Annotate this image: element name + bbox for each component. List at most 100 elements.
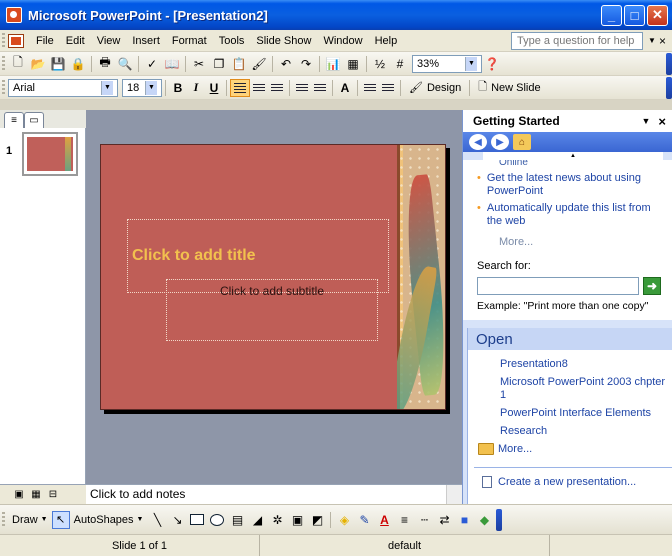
permission-icon[interactable]: 🔒 bbox=[69, 55, 87, 73]
paste-icon[interactable]: 📋 bbox=[230, 55, 248, 73]
underline-button[interactable]: U bbox=[205, 81, 223, 95]
new-slide-button[interactable]: 🗋 New Slide bbox=[473, 78, 545, 97]
search-input[interactable] bbox=[477, 277, 639, 295]
search-go-button[interactable]: ➜ bbox=[643, 277, 661, 295]
align-left-button[interactable] bbox=[230, 78, 250, 97]
font-color-icon[interactable]: A bbox=[375, 511, 393, 529]
menu-view[interactable]: View bbox=[91, 35, 127, 47]
print-preview-icon[interactable]: 🔍 bbox=[116, 55, 134, 73]
ask-question-input[interactable]: Type a question for help bbox=[511, 31, 643, 50]
picture-icon[interactable]: ◩ bbox=[308, 511, 326, 529]
more-link[interactable]: More... bbox=[499, 236, 661, 248]
minimize-button[interactable]: _ bbox=[601, 4, 622, 26]
wordart-icon[interactable]: ◢ bbox=[248, 511, 266, 529]
document-close-button[interactable]: × bbox=[659, 34, 669, 48]
decrease-indent-icon[interactable] bbox=[361, 81, 379, 95]
arrow-style-icon[interactable]: ⇄ bbox=[435, 511, 453, 529]
open-icon[interactable]: 📂 bbox=[29, 55, 47, 73]
maximize-button[interactable]: □ bbox=[624, 4, 645, 26]
line-style-icon[interactable]: ≡ bbox=[395, 511, 413, 529]
forward-icon[interactable]: ▶ bbox=[491, 134, 509, 150]
zoom-select[interactable]: 33% ▼ bbox=[412, 54, 482, 73]
notes-scrollbar[interactable] bbox=[446, 485, 462, 504]
insert-table-icon[interactable]: ▦ bbox=[344, 55, 362, 73]
slides-tab[interactable]: ▭ bbox=[24, 112, 44, 128]
copy-icon[interactable]: ❐ bbox=[210, 55, 228, 73]
toolbar-grip[interactable] bbox=[2, 511, 5, 528]
undo-icon[interactable]: ↶ bbox=[277, 55, 295, 73]
show-grid-icon[interactable]: # bbox=[391, 55, 409, 73]
slide-thumbnail[interactable] bbox=[22, 132, 78, 176]
clipped-link[interactable]: Online bbox=[477, 160, 661, 168]
chevron-down-icon[interactable]: ▼ bbox=[641, 116, 650, 126]
expand-all-icon[interactable]: ½ bbox=[371, 55, 389, 73]
print-icon[interactable]: 🖶 bbox=[96, 55, 114, 73]
menu-edit[interactable]: Edit bbox=[60, 35, 91, 47]
chevron-down-icon[interactable]: ▼ bbox=[145, 80, 157, 95]
font-size-select[interactable]: 18 ▼ bbox=[122, 78, 162, 97]
text-box-icon[interactable]: ▤ bbox=[228, 511, 246, 529]
slide-canvas[interactable]: Click to add title Click to add subtitle bbox=[100, 144, 446, 410]
arrow-icon[interactable]: ↘ bbox=[168, 511, 186, 529]
oval-icon[interactable] bbox=[208, 511, 226, 529]
format-painter-icon[interactable]: 🖌 bbox=[250, 55, 268, 73]
new-icon[interactable]: 🗋 bbox=[9, 55, 27, 73]
toolbar-grip[interactable] bbox=[2, 79, 5, 96]
toolbar-options-icon[interactable] bbox=[666, 76, 672, 99]
back-icon[interactable]: ◀ bbox=[469, 134, 487, 150]
scroll-up-icon[interactable]: ▲ bbox=[483, 152, 663, 160]
rectangle-icon[interactable] bbox=[188, 511, 206, 529]
line-color-icon[interactable]: ✎ bbox=[355, 511, 373, 529]
slide-sorter-icon[interactable]: ▦ bbox=[29, 488, 43, 502]
menu-tools[interactable]: Tools bbox=[213, 35, 251, 47]
increase-font-size-button[interactable]: A bbox=[336, 81, 354, 95]
menu-help[interactable]: Help bbox=[369, 35, 404, 47]
chevron-down-icon[interactable]: ▼ bbox=[465, 56, 477, 71]
outline-tab[interactable]: ≡ bbox=[4, 112, 24, 128]
close-icon[interactable]: × bbox=[658, 114, 666, 129]
bold-button[interactable]: B bbox=[169, 81, 187, 95]
line-icon[interactable]: ╲ bbox=[148, 511, 166, 529]
menu-file[interactable]: File bbox=[30, 35, 60, 47]
redo-icon[interactable]: ↷ bbox=[297, 55, 315, 73]
toolbar-grip[interactable] bbox=[2, 55, 5, 72]
recent-file-link[interactable]: Presentation8 bbox=[500, 358, 672, 371]
create-presentation-link[interactable]: Create a new presentation... bbox=[468, 468, 672, 488]
update-link[interactable]: Automatically update this list from the … bbox=[487, 202, 661, 228]
menu-window[interactable]: Window bbox=[317, 35, 368, 47]
powerpoint-app-icon[interactable] bbox=[6, 7, 22, 23]
document-icon[interactable] bbox=[8, 33, 24, 48]
recent-file-link[interactable]: Microsoft PowerPoint 2003 chpter 1 bbox=[500, 376, 672, 402]
normal-view-icon[interactable]: ▣ bbox=[12, 488, 26, 502]
news-link[interactable]: Get the latest news about using PowerPoi… bbox=[487, 172, 661, 198]
home-icon[interactable]: ⌂ bbox=[513, 134, 531, 150]
autoshapes-button[interactable]: AutoShapes ▼ bbox=[70, 514, 148, 526]
dash-style-icon[interactable]: ┄ bbox=[415, 511, 433, 529]
notes-pane[interactable]: Click to add notes bbox=[86, 484, 462, 504]
menu-insert[interactable]: Insert bbox=[126, 35, 166, 47]
close-button[interactable]: ✕ bbox=[647, 4, 668, 26]
list-item[interactable]: • Get the latest news about using PowerP… bbox=[477, 172, 661, 198]
cut-icon[interactable]: ✂ bbox=[190, 55, 208, 73]
align-right-icon[interactable] bbox=[268, 81, 286, 95]
open-more-link[interactable]: More... bbox=[468, 443, 672, 455]
recent-file-link[interactable]: PowerPoint Interface Elements bbox=[500, 407, 672, 420]
research-icon[interactable]: 📖 bbox=[163, 55, 181, 73]
recent-file-link[interactable]: Research bbox=[500, 425, 672, 438]
shadow-icon[interactable]: ■ bbox=[455, 511, 473, 529]
3d-style-icon[interactable]: ◆ bbox=[475, 511, 493, 529]
menu-slide-show[interactable]: Slide Show bbox=[250, 35, 317, 47]
notes-placeholder[interactable]: Click to add notes bbox=[90, 487, 185, 501]
font-select[interactable]: Arial ▼ bbox=[8, 78, 118, 97]
select-objects-icon[interactable]: ↖ bbox=[51, 510, 70, 529]
italic-button[interactable]: I bbox=[187, 80, 205, 95]
menu-format[interactable]: Format bbox=[166, 35, 213, 47]
ask-dropdown-icon[interactable]: ▼ bbox=[647, 36, 657, 45]
toolbar-options-icon[interactable] bbox=[666, 52, 672, 75]
help-icon[interactable]: ❓ bbox=[483, 55, 501, 73]
list-item[interactable]: • Automatically update this list from th… bbox=[477, 202, 661, 228]
save-icon[interactable]: 💾 bbox=[49, 55, 67, 73]
toolbar-options-icon[interactable] bbox=[496, 508, 503, 531]
spelling-icon[interactable]: ✓ bbox=[143, 55, 161, 73]
insert-chart-icon[interactable]: 📊 bbox=[324, 55, 342, 73]
